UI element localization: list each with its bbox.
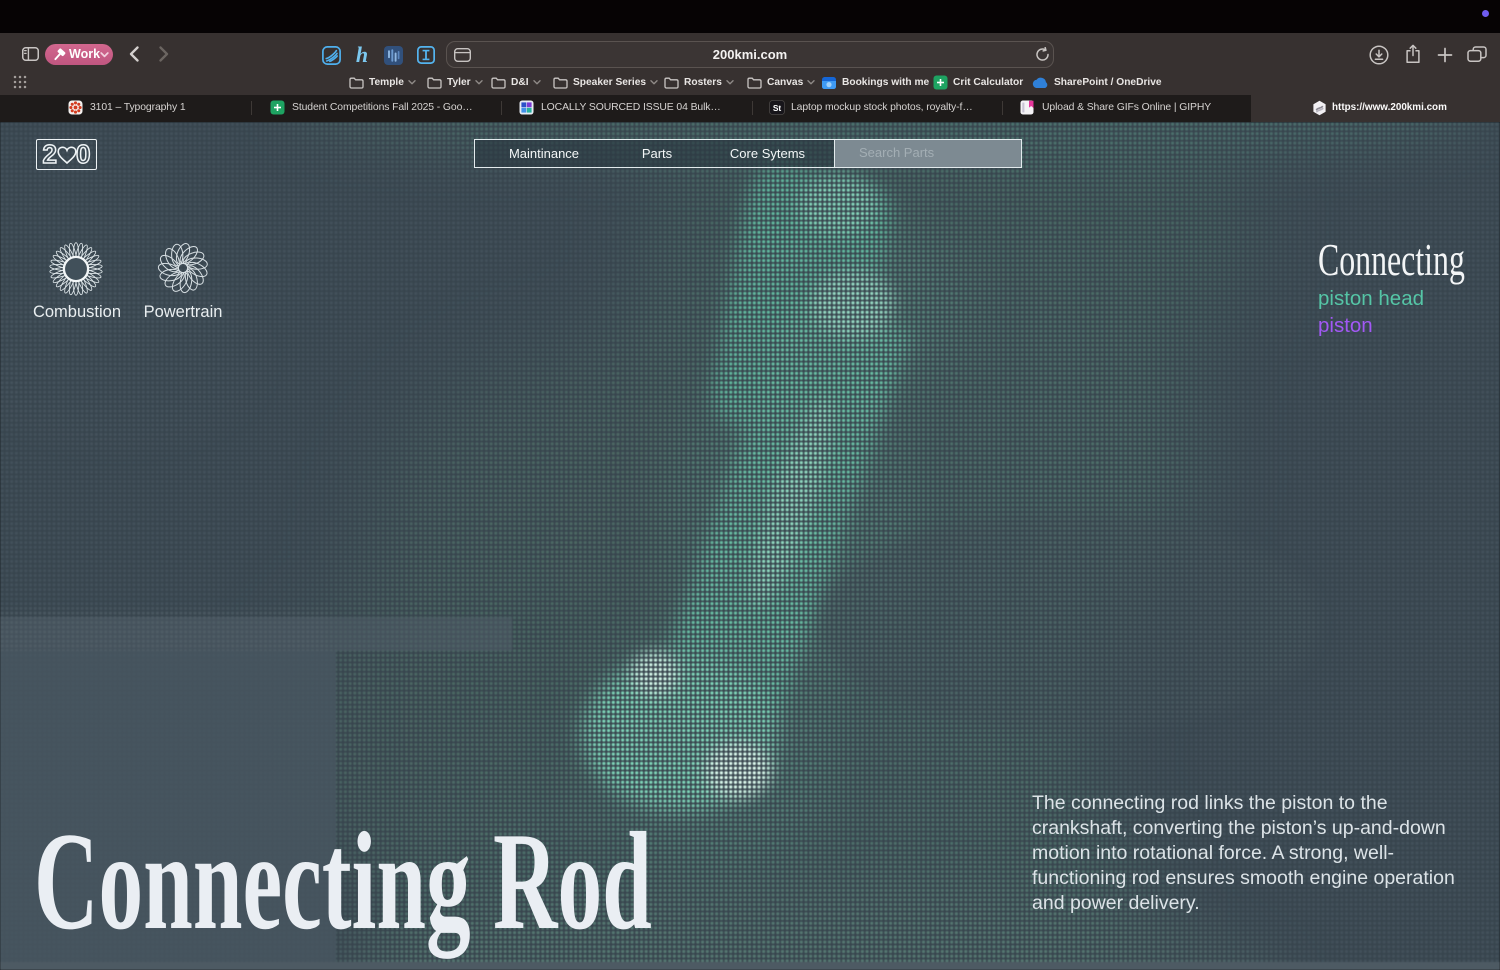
svg-text:St: St [773, 103, 782, 113]
